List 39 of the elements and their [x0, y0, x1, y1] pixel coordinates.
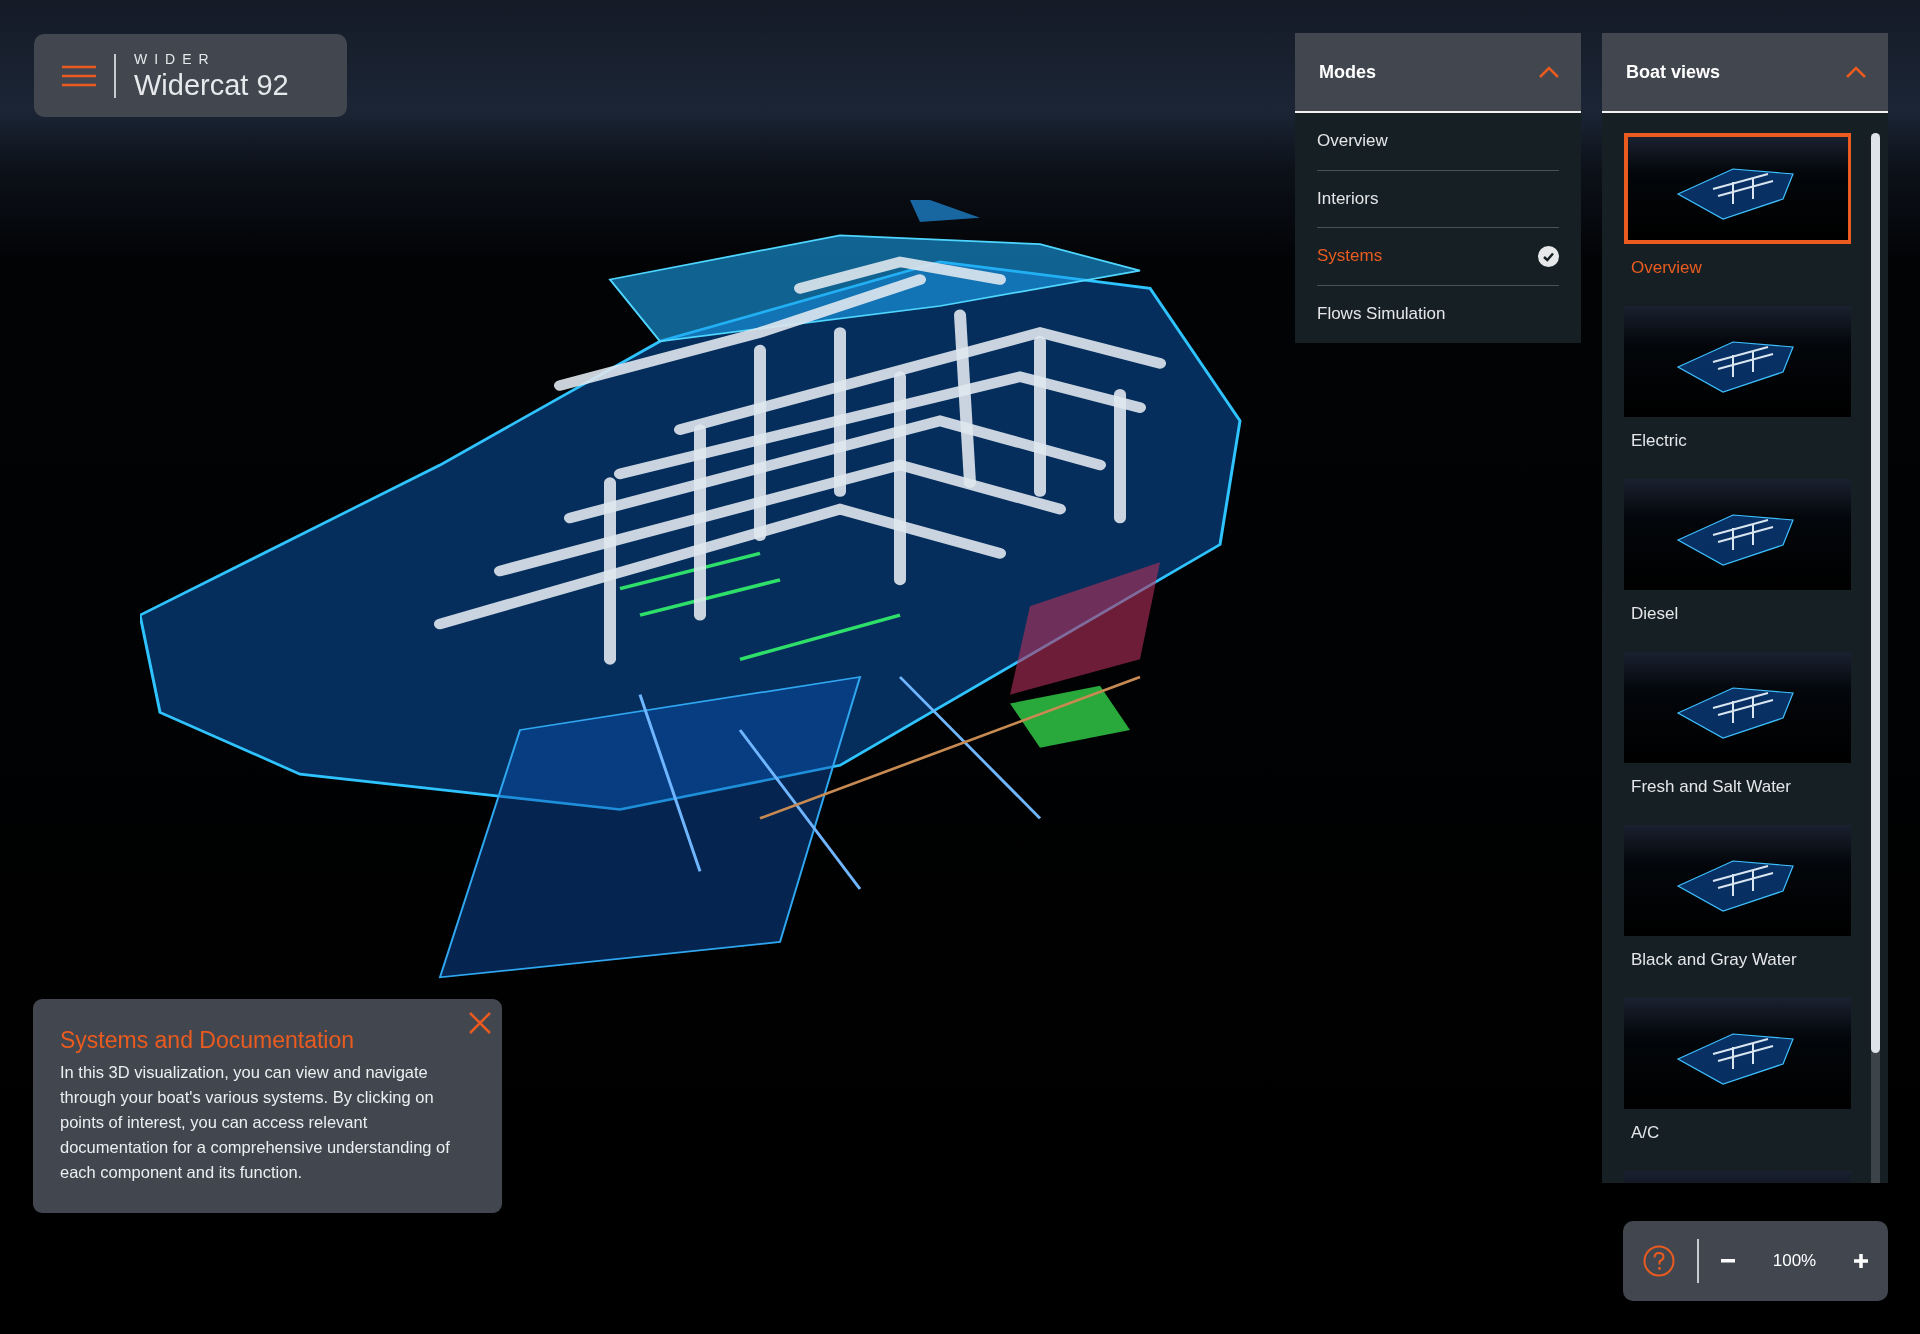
view-label: Overview [1630, 257, 1703, 278]
info-text: In this 3D visualization, you can view and navigate through your boat's various systems. By clicking on points of interest, you can access relevant documentation for a comprehensive understanding of each component and its function. [60, 1062, 451, 1183]
view-label: Fresh and Salt Water [1630, 776, 1792, 797]
boat-views-header[interactable]: Boat views [1602, 33, 1888, 113]
mode-item[interactable]: Interiors [1317, 170, 1559, 228]
zoom-out-button[interactable] [1721, 1259, 1735, 1263]
menu-button[interactable] [62, 63, 96, 88]
view-label: Black and Gray Water [1630, 949, 1798, 970]
minus-icon [1721, 1259, 1735, 1263]
boat-view-item[interactable]: A/C [1624, 998, 1852, 1171]
boat-view-item[interactable]: Black and Gray Water [1624, 825, 1852, 998]
boat-view-item[interactable]: Electric [1624, 306, 1852, 479]
chevron-up-icon [1846, 66, 1866, 78]
close-button[interactable] [468, 1011, 492, 1035]
mode-item[interactable]: Overview [1317, 113, 1559, 171]
close-icon [468, 1011, 492, 1035]
info-title: Systems and Documentation [60, 1027, 356, 1054]
panel-title: Modes [1319, 61, 1376, 83]
zoom-in-button[interactable] [1854, 1254, 1868, 1268]
zoom-level: 100% [1772, 1251, 1817, 1271]
view-label: A/C [1630, 1122, 1661, 1143]
menu-icon [62, 64, 96, 87]
modes-header[interactable]: Modes [1295, 33, 1581, 113]
mode-item[interactable]: Systems [1317, 228, 1559, 286]
model-name: Widercat 92 [134, 68, 289, 101]
mode-item[interactable]: Flows Simulation [1317, 285, 1559, 343]
panel-title: Boat views [1626, 61, 1721, 83]
boat-view-item[interactable]: Diesel [1624, 479, 1852, 652]
help-icon [1643, 1245, 1675, 1277]
boat-view-item[interactable]: Fresh and Salt Water [1624, 652, 1852, 825]
chevron-up-icon [1539, 66, 1559, 78]
brand-wordmark: WIDER [134, 50, 217, 67]
check-circle-icon [1538, 245, 1559, 267]
view-label: Electric [1630, 430, 1688, 451]
scrollbar-thumb[interactable] [1871, 133, 1881, 1053]
help-button[interactable] [1643, 1245, 1675, 1277]
boat-view-item[interactable]: Overview [1624, 133, 1852, 306]
plus-icon [1854, 1254, 1868, 1268]
view-label: Diesel [1630, 603, 1680, 624]
